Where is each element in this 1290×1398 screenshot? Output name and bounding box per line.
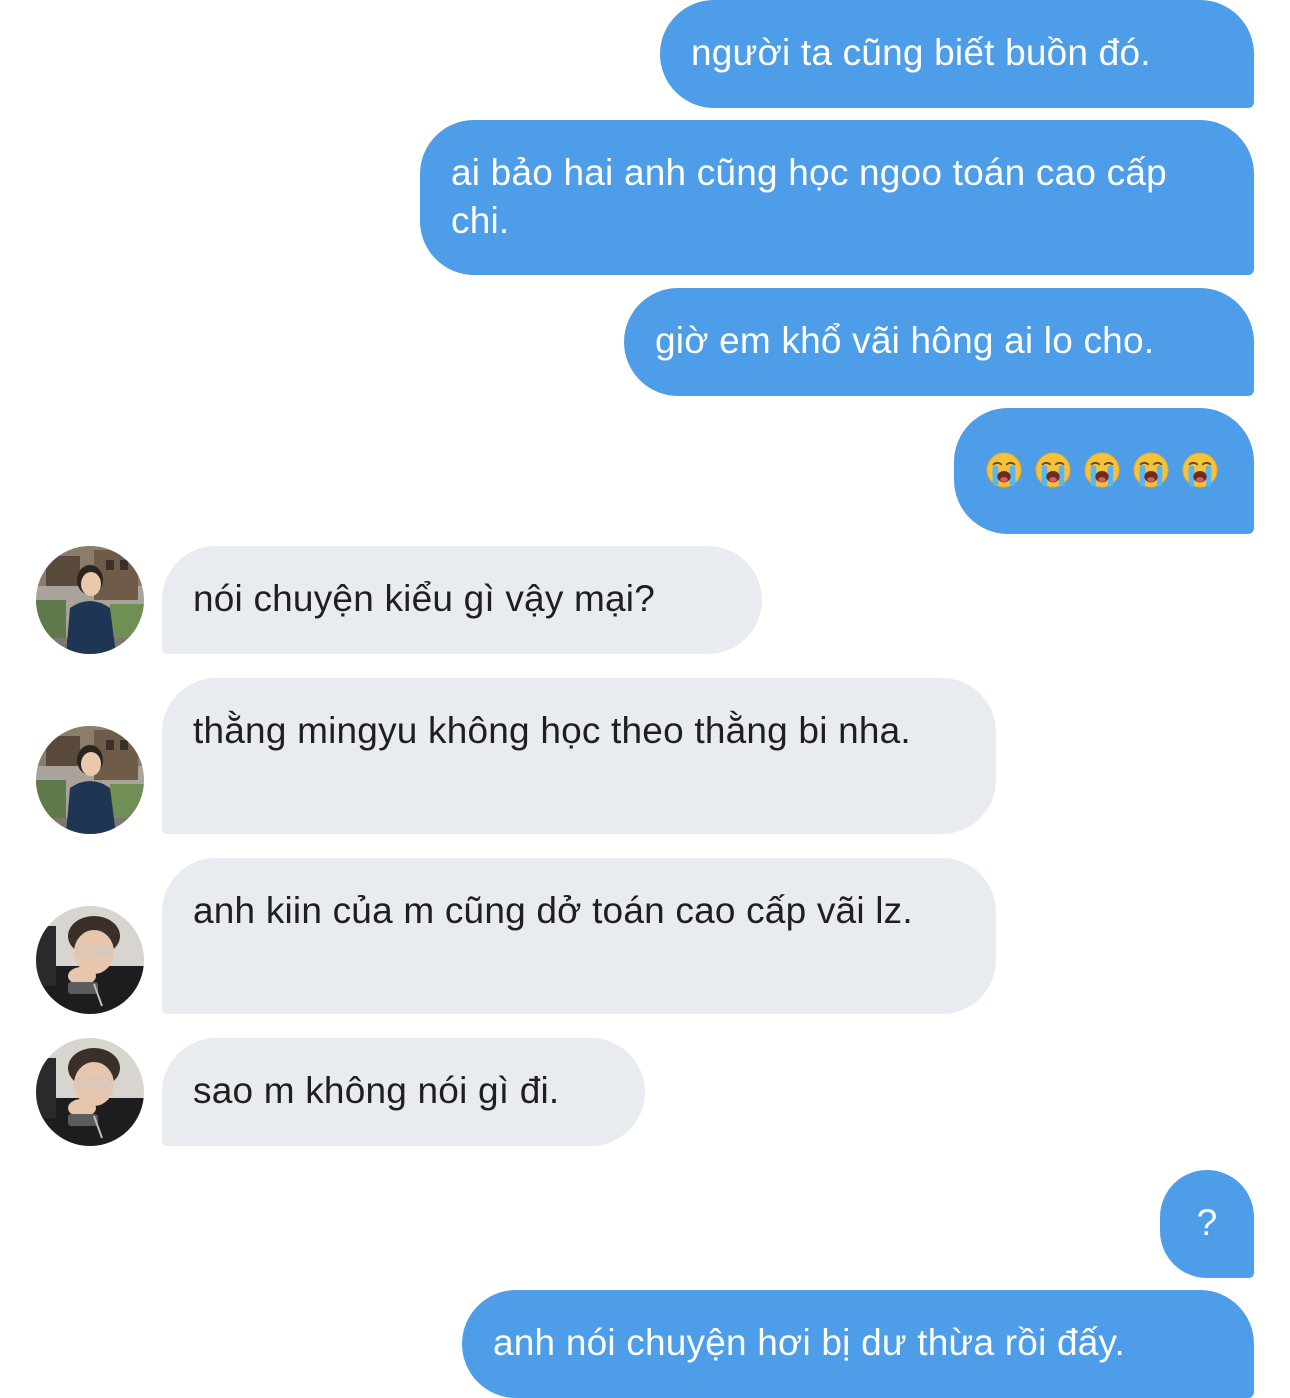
message-text: anh kiin của m cũng dở toán cao cấp vãi … [193,890,913,931]
loudly-crying-face-icon [985,451,1023,489]
loudly-crying-face-icon [1083,451,1121,489]
emoji-row [985,451,1222,489]
outgoing-message-bubble[interactable]: ? [1160,1170,1254,1278]
incoming-message-bubble[interactable]: thằng mingyu không học theo thằng bi nha… [162,678,996,834]
avatar-photo-icon [36,546,144,654]
message-text: ? [1196,1202,1218,1243]
avatar-photo-icon [36,906,144,1014]
message-text: người ta cũng biết buồn đó. [691,32,1151,73]
loudly-crying-face-icon [1132,451,1170,489]
message-text: nói chuyện kiểu gì vậy mại? [193,578,655,619]
incoming-message-bubble[interactable]: nói chuyện kiểu gì vậy mại? [162,546,762,654]
incoming-message-bubble[interactable]: anh kiin của m cũng dở toán cao cấp vãi … [162,858,996,1014]
message-text: thằng mingyu không học theo thằng bi nha… [193,710,911,751]
contact-avatar[interactable] [36,726,144,834]
outgoing-message-bubble[interactable]: anh nói chuyện hơi bị dư thừa rồi đấy. [462,1290,1254,1398]
contact-avatar[interactable] [36,906,144,1014]
message-text: sao m không nói gì đi. [193,1070,560,1111]
outgoing-message-bubble[interactable]: người ta cũng biết buồn đó. [660,0,1254,108]
contact-avatar[interactable] [36,1038,144,1146]
outgoing-emoji-bubble[interactable] [954,408,1254,534]
avatar-photo-icon [36,1038,144,1146]
outgoing-message-bubble[interactable]: ai bảo hai anh cũng học ngoo toán cao cấ… [420,120,1254,275]
loudly-crying-face-icon [1181,451,1219,489]
contact-avatar[interactable] [36,546,144,654]
avatar-photo-icon [36,726,144,834]
message-text: anh nói chuyện hơi bị dư thừa rồi đấy. [493,1322,1125,1363]
loudly-crying-face-icon [1034,451,1072,489]
incoming-message-bubble[interactable]: sao m không nói gì đi. [162,1038,645,1146]
outgoing-message-bubble[interactable]: giờ em khổ vãi hông ai lo cho. [624,288,1254,396]
message-text: ai bảo hai anh cũng học ngoo toán cao cấ… [451,152,1167,241]
message-text: giờ em khổ vãi hông ai lo cho. [655,320,1155,361]
